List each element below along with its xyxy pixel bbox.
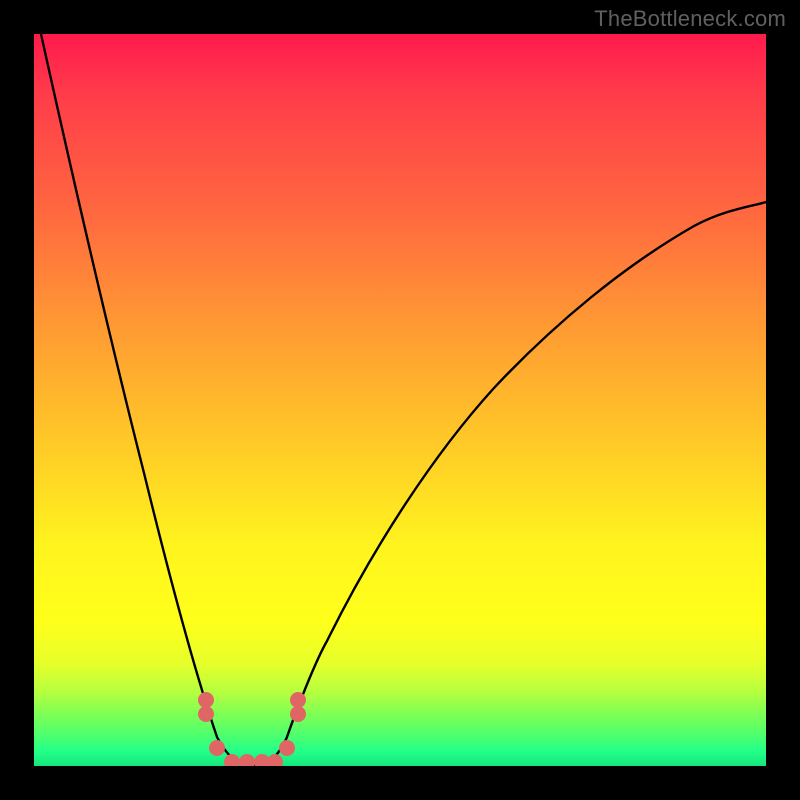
gradient-plot-area [34, 34, 766, 766]
bottleneck-curve [34, 34, 766, 766]
curve-path [41, 34, 766, 766]
watermark-text: TheBottleneck.com [594, 6, 786, 32]
